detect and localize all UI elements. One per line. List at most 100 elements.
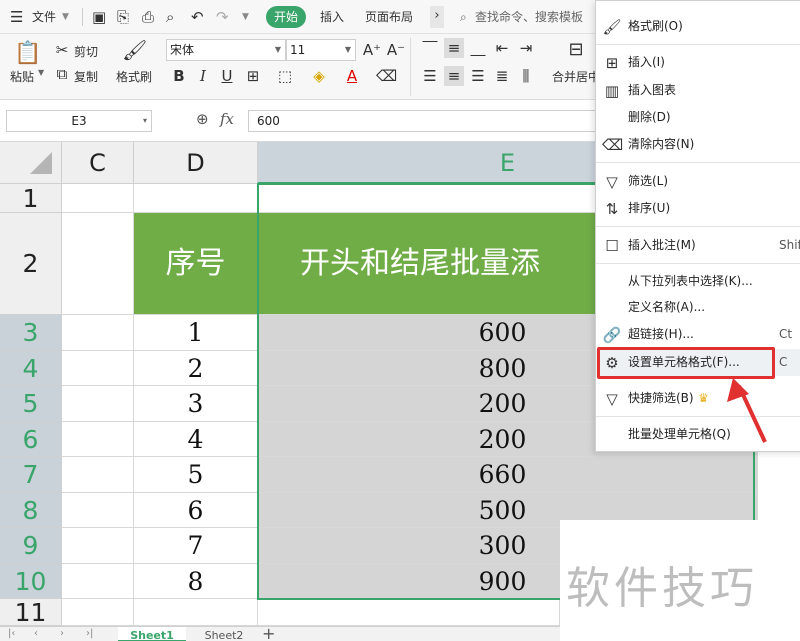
menu-item-format-painter[interactable]: 🖌 格式刷(O) <box>596 13 800 40</box>
tab-insert[interactable]: 插入 <box>320 0 344 34</box>
merge-icon[interactable]: ⊟ <box>566 40 586 60</box>
row-header-3[interactable]: 3 <box>0 315 62 351</box>
justify-icon[interactable]: ≣ <box>492 66 512 86</box>
font-color-icon[interactable]: A <box>342 66 362 86</box>
sheet-tab-2[interactable]: Sheet2 <box>190 627 258 641</box>
menu-item-sort[interactable]: ⇅ 排序(U) <box>596 195 800 222</box>
clipboard-icon[interactable]: 📋 <box>14 40 42 68</box>
menu-item-pick-from-list[interactable]: 从下拉列表中选择(K)... <box>596 268 800 295</box>
align-left-icon[interactable]: ☰ <box>420 66 440 86</box>
row-header-8[interactable]: 8 <box>0 493 62 528</box>
row-header-4[interactable]: 4 <box>0 351 62 386</box>
first-sheet-icon[interactable]: |‹ <box>8 627 15 641</box>
sheet-tab-1[interactable]: Sheet1 <box>118 627 186 641</box>
seq-cell[interactable]: 7 <box>134 528 258 564</box>
align-top-icon[interactable]: ⎺ <box>420 38 440 58</box>
align-middle-icon[interactable]: ≡ <box>444 38 464 58</box>
cell-c8[interactable] <box>62 493 134 528</box>
menu-item-delete[interactable]: 删除(D) <box>596 104 800 131</box>
indent-increase-icon[interactable]: ⇥ <box>516 38 536 58</box>
row-header-10[interactable]: 10 <box>0 564 62 599</box>
bold-button[interactable]: B <box>169 66 189 86</box>
cell-c2[interactable] <box>62 213 134 315</box>
more-tabs-button[interactable]: › <box>430 6 444 28</box>
column-header-d[interactable]: D <box>134 142 258 184</box>
file-menu[interactable]: 文件 <box>32 0 56 34</box>
menu-item-insert-comment[interactable]: ☐ 插入批注(M) Shif <box>596 232 800 259</box>
search-input[interactable]: 查找命令、搜索模板 <box>475 0 583 34</box>
seq-cell[interactable]: 8 <box>134 564 258 599</box>
seq-cell[interactable]: 5 <box>134 457 258 493</box>
format-painter-button[interactable]: 格式刷 <box>116 68 152 85</box>
cell-c9[interactable] <box>62 528 134 564</box>
menu-item-insert[interactable]: ⊞ 插入(I) <box>596 49 800 76</box>
zoom-icon[interactable]: ⊕ <box>196 110 209 128</box>
cell-c1[interactable] <box>62 184 134 213</box>
border-icon[interactable]: ⊞ <box>243 66 263 86</box>
cell-c4[interactable] <box>62 351 134 386</box>
cell-c6[interactable] <box>62 422 134 457</box>
merge-center-button[interactable]: 合并居中 <box>552 68 600 85</box>
seq-cell[interactable]: 2 <box>134 351 258 386</box>
cell-c5[interactable] <box>62 386 134 422</box>
prev-sheet-icon[interactable]: ‹ <box>34 627 38 641</box>
font-name-select[interactable]: 宋体 ▼ <box>166 39 286 61</box>
cell-d1[interactable] <box>134 184 258 213</box>
row-header-5[interactable]: 5 <box>0 386 62 422</box>
quick-access-dropdown-icon[interactable]: ▼ <box>242 0 249 34</box>
hamburger-icon[interactable]: ☰ <box>10 0 23 34</box>
format-painter-icon[interactable]: 🖌 <box>122 40 147 66</box>
select-all-corner[interactable] <box>0 142 62 184</box>
align-bottom-icon[interactable]: ⎽ <box>468 38 488 58</box>
formula-input[interactable]: 600 <box>248 110 600 132</box>
align-center-icon[interactable]: ≡ <box>444 66 464 86</box>
menu-item-filter[interactable]: ▽ 筛选(L) <box>596 168 800 195</box>
row-header-1[interactable]: 1 <box>0 184 62 213</box>
tab-home[interactable]: 开始 <box>266 6 307 28</box>
name-box[interactable]: E3 ▾ <box>6 110 152 132</box>
cell-c7[interactable] <box>62 457 134 493</box>
menu-item-clear-contents[interactable]: ⌫ 清除内容(N) <box>596 131 800 158</box>
row-header-11[interactable]: 11 <box>0 599 62 626</box>
add-sheet-button[interactable]: + <box>262 624 275 641</box>
underline-button[interactable]: U <box>217 66 237 86</box>
chevron-down-icon[interactable]: ▼ <box>62 0 69 34</box>
undo-icon[interactable]: ↶ <box>191 0 204 34</box>
next-sheet-icon[interactable]: › <box>60 627 64 641</box>
menu-item-insert-chart[interactable]: ▥ 插入图表 <box>596 77 800 104</box>
align-right-icon[interactable]: ☰ <box>468 66 488 86</box>
search-icon[interactable]: ⌕ <box>460 0 467 34</box>
preview-icon[interactable]: ⌕ <box>166 0 174 34</box>
value-cell[interactable]: 660 <box>258 457 758 493</box>
seq-cell[interactable]: 1 <box>134 315 258 351</box>
fill-color-icon[interactable]: ◈ <box>309 66 329 86</box>
decrease-font-icon[interactable]: A⁻ <box>386 40 406 60</box>
eraser-icon[interactable]: ⌫ <box>376 66 397 86</box>
cut-button[interactable]: 剪切 <box>74 43 98 60</box>
menu-item-define-name[interactable]: 定义名称(A)... <box>596 294 800 321</box>
row-header-2[interactable]: 2 <box>0 213 62 315</box>
increase-font-icon[interactable]: A⁺ <box>362 40 382 60</box>
header-cell-seq[interactable]: 序号 <box>134 213 258 315</box>
copy-icon[interactable]: ⧉ <box>52 64 72 84</box>
distributed-icon[interactable]: ⫼ <box>516 66 536 86</box>
export-icon[interactable]: ⎘ <box>117 0 129 34</box>
menu-item-hyperlink[interactable]: 🔗 超链接(H)... Ct <box>596 321 800 348</box>
menu-item-format-cells[interactable]: ⚙ 设置单元格格式(F)... C <box>596 349 800 376</box>
cell-e11[interactable] <box>258 599 560 626</box>
fill-pattern-icon[interactable]: ⬚ <box>275 66 295 86</box>
cell-c10[interactable] <box>62 564 134 599</box>
print-icon[interactable]: ⎙ <box>142 0 154 34</box>
seq-cell[interactable]: 4 <box>134 422 258 457</box>
indent-decrease-icon[interactable]: ⇤ <box>492 38 512 58</box>
last-sheet-icon[interactable]: ›| <box>86 627 93 641</box>
row-header-9[interactable]: 9 <box>0 528 62 564</box>
row-header-6[interactable]: 6 <box>0 422 62 457</box>
seq-cell[interactable]: 3 <box>134 386 258 422</box>
paste-button[interactable]: 粘贴 <box>10 68 34 85</box>
cell-d11[interactable] <box>134 599 258 626</box>
column-header-c[interactable]: C <box>62 142 134 184</box>
scissors-icon[interactable]: ✂ <box>52 40 72 60</box>
tab-page-layout[interactable]: 页面布局 <box>365 0 413 34</box>
seq-cell[interactable]: 6 <box>134 493 258 528</box>
